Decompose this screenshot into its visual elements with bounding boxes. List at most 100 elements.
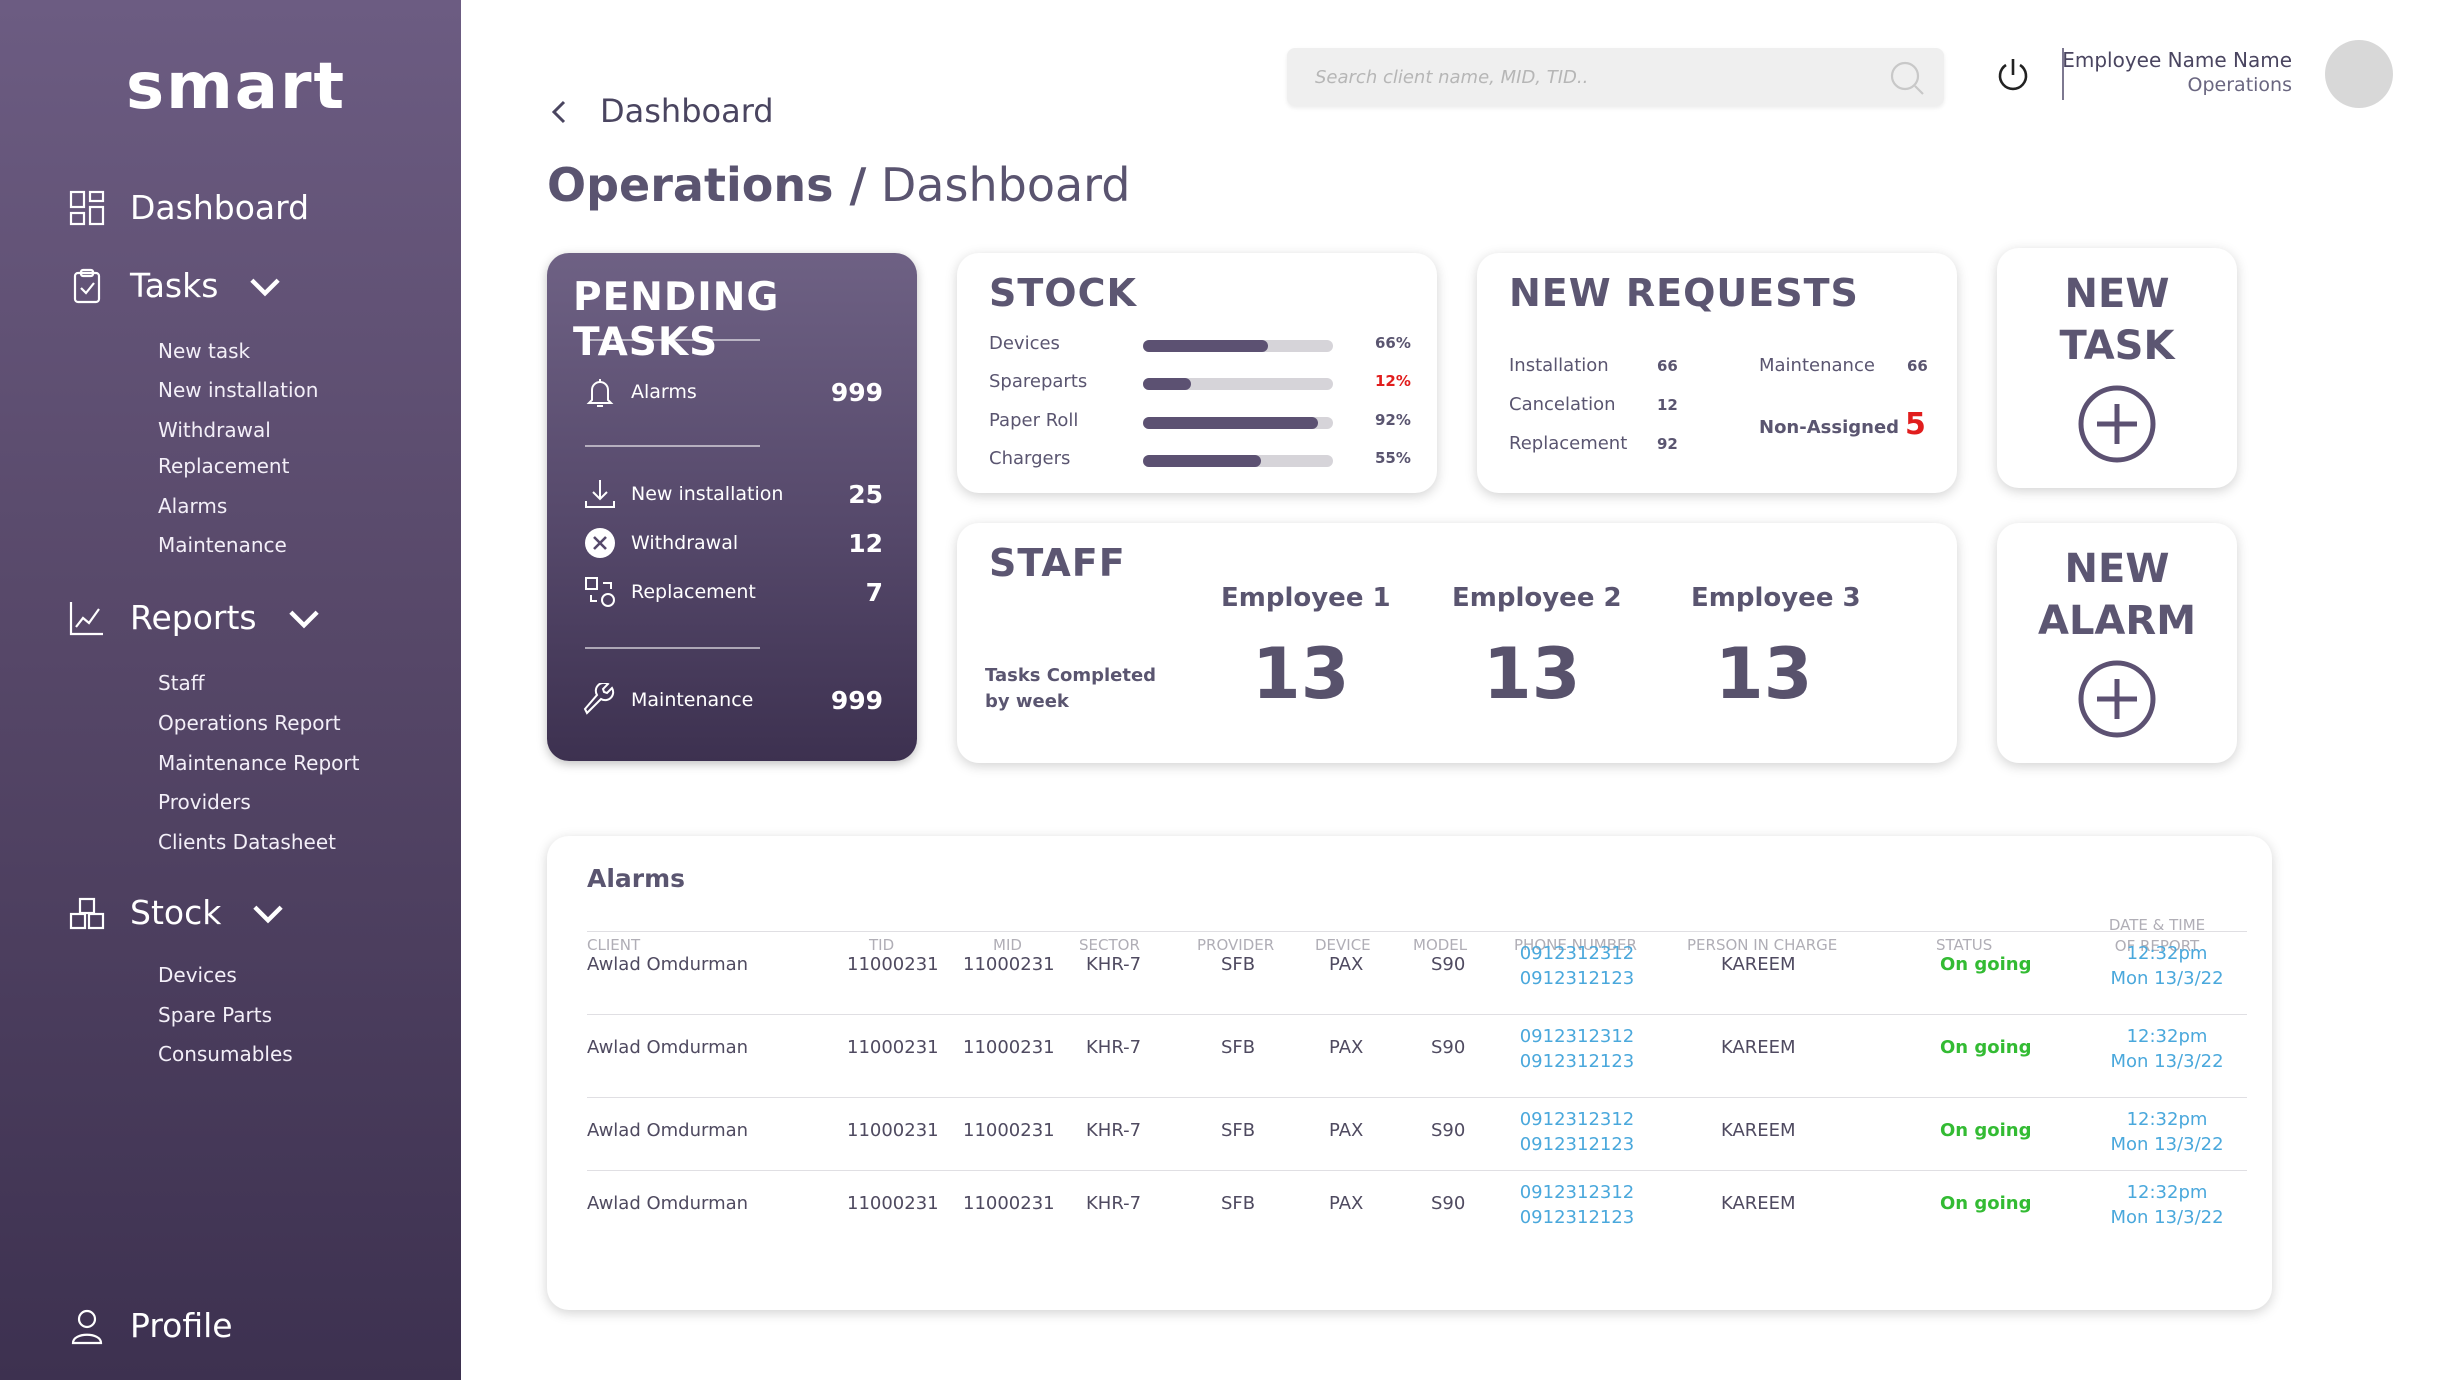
nav-maintenance-report[interactable]: Maintenance Report xyxy=(158,751,359,775)
new-alarm-line2: ALARM xyxy=(2037,598,2196,644)
chevron-down-icon[interactable] xyxy=(285,599,323,637)
nav-providers[interactable]: Providers xyxy=(158,790,251,814)
close-circle-icon xyxy=(585,528,615,558)
cell-phone-2[interactable]: 0912312123 xyxy=(1507,966,1647,991)
new-task-button[interactable]: NEW TASK xyxy=(1997,248,2237,488)
cell-phone-1[interactable]: 0912312312 xyxy=(1507,1107,1647,1132)
stock-item-pct: 55% xyxy=(1375,449,1411,467)
new-alarm-line1: NEW xyxy=(2064,546,2170,592)
cell-phone-2[interactable]: 0912312123 xyxy=(1507,1049,1647,1074)
nav-operations-report[interactable]: Operations Report xyxy=(158,711,341,735)
cell-time: 12:32pm xyxy=(2126,1109,2208,1130)
stock-item-pct: 92% xyxy=(1375,411,1411,429)
back-icon[interactable] xyxy=(548,98,570,126)
pending-withdrawal-value: 12 xyxy=(848,528,883,558)
cell-mid: 11000231 xyxy=(963,954,1055,975)
status-badge: On going xyxy=(1940,1193,2032,1214)
new-alarm-button[interactable]: NEW ALARM xyxy=(1997,523,2237,763)
stock-progress-bar xyxy=(1143,340,1333,352)
avatar[interactable] xyxy=(2325,40,2393,108)
pending-alarms-row[interactable]: Alarms 999 xyxy=(583,375,883,409)
cell-device: PAX xyxy=(1329,1193,1364,1214)
stock-progress-fill xyxy=(1143,378,1191,390)
pending-replacement-row[interactable]: Replacement 7 xyxy=(583,575,883,609)
nav-dashboard[interactable]: Dashboard xyxy=(68,188,309,227)
cell-time: 12:32pm xyxy=(2126,1026,2208,1047)
staff-caption-line2: by week xyxy=(985,691,1069,712)
chevron-down-icon[interactable] xyxy=(249,894,287,932)
pending-alarms-value: 999 xyxy=(830,377,883,407)
user-icon xyxy=(71,1309,103,1344)
cell-mid: 11000231 xyxy=(963,1193,1055,1214)
pending-maintenance-row[interactable]: Maintenance 999 xyxy=(583,683,883,717)
bell-icon xyxy=(586,379,614,407)
stock-card: STOCK Devices 66% Spareparts 12% Paper Rol… xyxy=(957,253,1437,493)
search-input[interactable] xyxy=(1313,48,1873,106)
plus-icon xyxy=(2078,385,2156,463)
cell-tid: 11000231 xyxy=(847,954,939,975)
col-mid: MID xyxy=(993,936,1022,954)
cell-phone-1[interactable]: 0912312312 xyxy=(1507,1180,1647,1205)
chart-icon xyxy=(69,601,103,635)
cell-date: Mon 13/3/22 xyxy=(2110,1134,2224,1155)
power-icon[interactable] xyxy=(1994,56,2032,94)
request-cancelation-value: 12 xyxy=(1657,396,1678,414)
nav-replacement[interactable]: Replacement xyxy=(158,454,289,478)
plus-icon xyxy=(2078,660,2156,738)
cell-provider: SFB xyxy=(1221,1120,1256,1141)
status-badge: On going xyxy=(1940,1120,2032,1141)
cell-person: KAREEM xyxy=(1721,1037,1796,1058)
search-icon[interactable] xyxy=(1888,59,1926,97)
stock-item-label: Spareparts xyxy=(989,371,1088,392)
nav-new-installation[interactable]: New installation xyxy=(158,378,318,402)
cell-client: Awlad Omdurman xyxy=(587,1120,749,1141)
cell-phone-1[interactable]: 0912312312 xyxy=(1507,1024,1647,1049)
col-client: CLIENT xyxy=(587,936,641,954)
nav-consumables[interactable]: Consumables xyxy=(158,1042,293,1066)
nav-spare-parts[interactable]: Spare Parts xyxy=(158,1003,272,1027)
nav-maintenance[interactable]: Maintenance xyxy=(158,533,287,557)
divider xyxy=(585,339,760,341)
staff-caption-line1: Tasks Completed xyxy=(985,665,1157,686)
nav-stock-label: Stock xyxy=(130,893,222,932)
cell-date: Mon 13/3/22 xyxy=(2110,1207,2224,1228)
breadcrumb[interactable]: Dashboard xyxy=(600,92,774,130)
nav-reports[interactable]: Reports xyxy=(68,598,323,637)
cell-model: S90 xyxy=(1431,954,1466,975)
nav-tasks[interactable]: Tasks xyxy=(68,266,284,305)
cell-client: Awlad Omdurman xyxy=(587,954,749,975)
nav-clients-datasheet[interactable]: Clients Datasheet xyxy=(158,830,336,854)
cell-phone-2[interactable]: 0912312123 xyxy=(1507,1205,1647,1230)
new-requests-title: NEW REQUESTS xyxy=(1509,271,1859,315)
request-non-assigned-value: 5 xyxy=(1905,407,1926,442)
cell-date: Mon 13/3/22 xyxy=(2110,1051,2224,1072)
pending-withdrawal-row[interactable]: Withdrawal 12 xyxy=(583,526,883,560)
stock-progress-fill xyxy=(1143,417,1318,429)
nav-alarms[interactable]: Alarms xyxy=(158,494,227,518)
nav-profile[interactable]: Profile xyxy=(68,1306,233,1345)
cell-tid: 11000231 xyxy=(847,1037,939,1058)
request-maintenance-label: Maintenance xyxy=(1759,355,1875,376)
pending-replacement-value: 7 xyxy=(865,577,883,607)
cell-client: Awlad Omdurman xyxy=(587,1037,749,1058)
app-logo: smart xyxy=(126,50,347,124)
nav-devices[interactable]: Devices xyxy=(158,963,237,987)
alarms-table-card: Alarms CLIENT TID MID SECTOR PROVIDER DE… xyxy=(547,836,2272,1310)
pending-alarms-label: Alarms xyxy=(631,381,697,403)
row-divider xyxy=(587,1170,2247,1171)
cell-phone-2[interactable]: 0912312123 xyxy=(1507,1132,1647,1157)
employee-2-value: 13 xyxy=(1483,633,1581,715)
chevron-down-icon[interactable] xyxy=(246,267,284,305)
divider xyxy=(585,445,760,447)
search-bar xyxy=(1287,48,1944,106)
nav-stock[interactable]: Stock xyxy=(68,893,287,932)
cell-tid: 11000231 xyxy=(847,1193,939,1214)
cell-phone-1[interactable]: 0912312312 xyxy=(1507,941,1647,966)
pending-installation-row[interactable]: New installation 25 xyxy=(583,477,883,511)
stock-title: STOCK xyxy=(989,271,1137,315)
nav-staff[interactable]: Staff xyxy=(158,671,205,695)
nav-withdrawal[interactable]: Withdrawal xyxy=(158,418,271,442)
nav-new-task[interactable]: New task xyxy=(158,339,250,363)
stock-progress-bar xyxy=(1143,378,1333,390)
employee-1-name: Employee 1 xyxy=(1221,583,1391,613)
